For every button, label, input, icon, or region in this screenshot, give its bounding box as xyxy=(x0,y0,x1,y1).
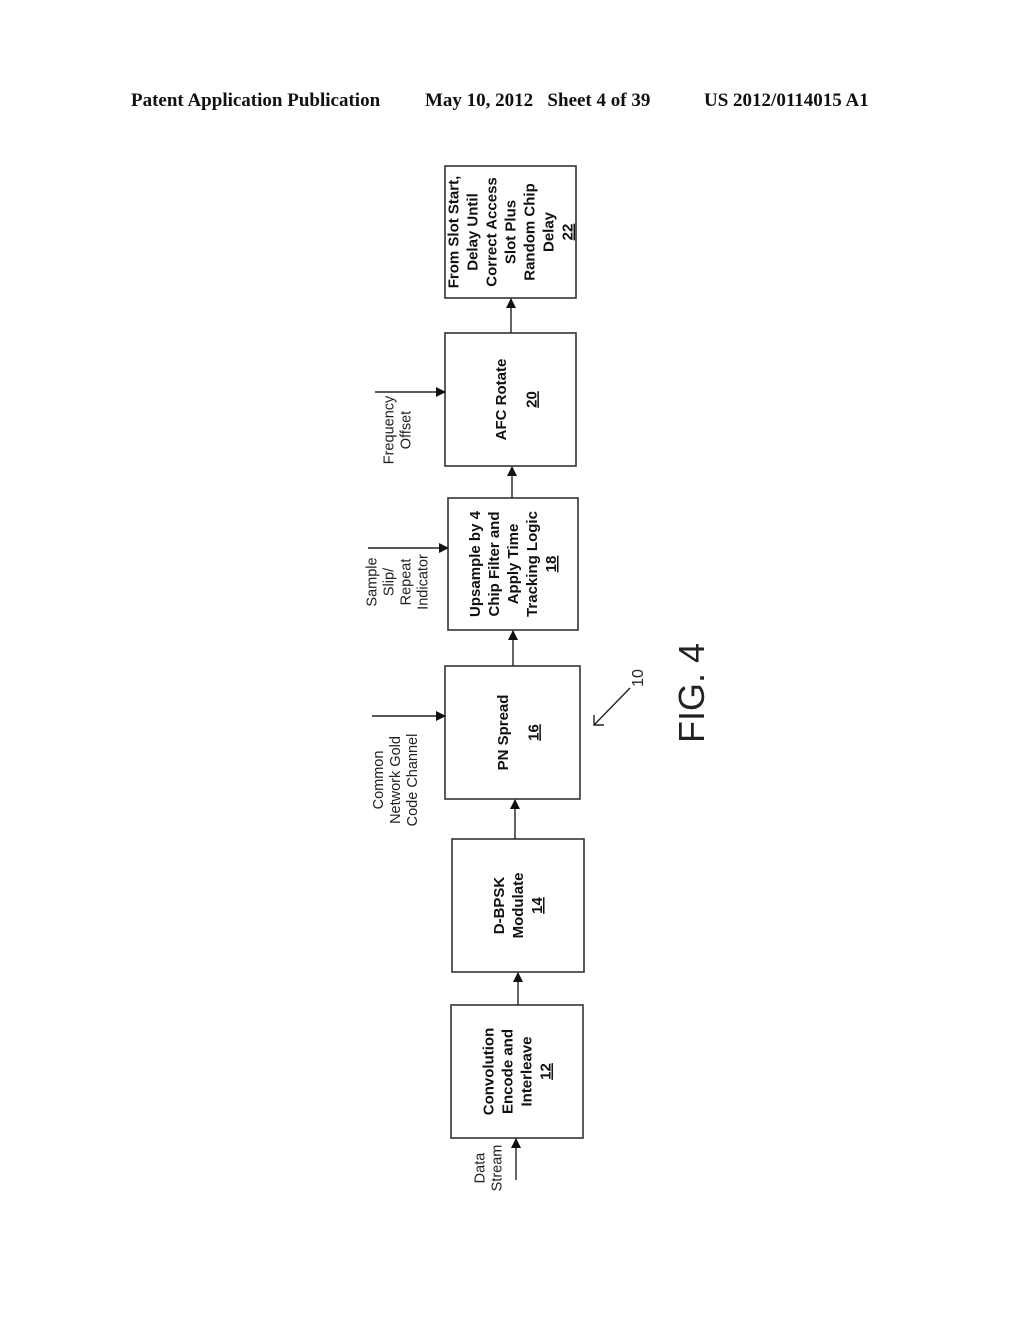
block-12: Convolution Encode and Interleave 12 xyxy=(450,1004,584,1139)
input-label: CommonNetwork GoldCode Channel xyxy=(371,734,421,827)
block-reference-number: 16 xyxy=(525,724,542,741)
block-16-frame xyxy=(444,665,581,800)
block-label-line: Upsample by 4 xyxy=(467,510,484,617)
input-label-line: Data xyxy=(473,1152,489,1184)
block-18: Upsample by 4 Chip Filter and Apply Time Tr… xyxy=(447,497,579,631)
input-label-line: Common xyxy=(371,751,387,810)
block-label-line: Correct Access xyxy=(484,177,501,287)
input-label-line: Repeat xyxy=(399,559,415,606)
block-20-frame xyxy=(444,332,577,467)
block-label-line: From Slot Start, xyxy=(446,176,463,289)
block-reference-number: 18 xyxy=(543,556,560,573)
block-label-line: AFC Rotate xyxy=(493,359,510,441)
input-label: FrequencyOffset xyxy=(382,395,415,464)
block-label-line: D-BPSK xyxy=(491,877,508,935)
block-20: AFC Rotate 20 xyxy=(444,332,577,467)
block-label-line: PN Spread xyxy=(495,695,512,771)
reference-arrow xyxy=(593,687,631,726)
block-label-line: Encode and xyxy=(500,1029,517,1114)
block-reference-number: 12 xyxy=(538,1063,555,1080)
input-to-block-20: FrequencyOffset xyxy=(375,387,446,464)
reference-number: 10 xyxy=(630,669,647,687)
block-label-line: Delay Until xyxy=(465,193,482,271)
input-to-block-18: SampleSlip/RepeatIndicator xyxy=(365,543,449,610)
block-16: PN Spread 16 xyxy=(444,665,581,800)
block-label-line: Chip Filter and xyxy=(486,512,503,617)
input-label-line: Offset xyxy=(399,411,415,449)
input-to-block-12: DataStream xyxy=(473,1138,521,1192)
block-label-line: Slot Plus xyxy=(503,200,520,264)
block-label-line: Convolution xyxy=(481,1028,498,1115)
input-label-line: Stream xyxy=(490,1145,506,1192)
block-12-frame xyxy=(450,1004,584,1139)
input-label-line: Frequency xyxy=(382,395,398,464)
block-label-line: Random Chip xyxy=(522,183,539,281)
block-14: D-BPSK Modulate 14 xyxy=(451,838,585,973)
input-to-block-16: CommonNetwork GoldCode Channel xyxy=(371,711,446,827)
figure-label: FIG. 4 xyxy=(671,643,712,743)
block-label-line: Apply Time xyxy=(505,524,522,605)
block-label-line: Interleave xyxy=(519,1036,536,1106)
block-22: From Slot Start, Delay Until Correct Acces… xyxy=(444,165,577,299)
block-diagram: Convolution Encode and Interleave 12 D-BPSK M… xyxy=(365,165,712,1192)
input-label: SampleSlip/RepeatIndicator xyxy=(365,554,432,610)
input-label-line: Network Gold xyxy=(388,736,404,824)
block-reference-number: 20 xyxy=(523,391,540,408)
block-label-line: Delay xyxy=(541,211,558,252)
block-reference-number: 14 xyxy=(529,897,546,914)
input-label-line: Slip/ xyxy=(382,567,398,596)
block-label-line: Modulate xyxy=(510,873,527,939)
block-reference-number: 22 xyxy=(560,224,577,241)
block-label-line: Tracking Logic xyxy=(524,511,541,617)
input-label-line: Indicator xyxy=(416,554,432,610)
input-label: DataStream xyxy=(473,1145,506,1192)
input-label-line: Code Channel xyxy=(405,734,421,827)
input-label-line: Sample xyxy=(365,557,381,606)
